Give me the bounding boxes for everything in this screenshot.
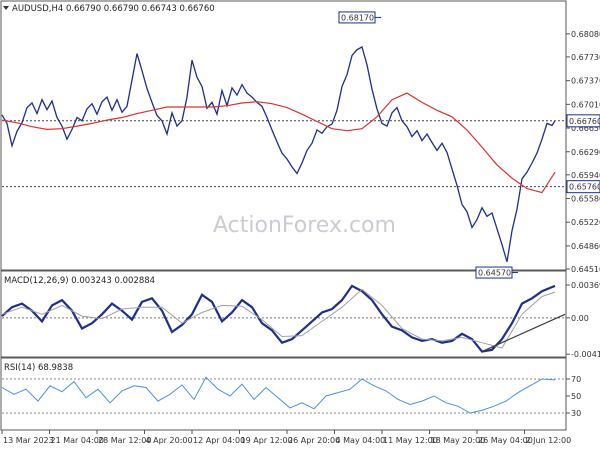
watermark: ActionForex.com: [213, 213, 396, 238]
price-y-tick-label: 0.64860: [571, 242, 600, 251]
price-y-tick-label: 0.65220: [571, 218, 600, 227]
x-tick-label: 4 May 04:00: [336, 436, 386, 445]
price-y-tick-label: 0.66290: [571, 148, 600, 157]
price-hline-label: 0.66760: [569, 117, 600, 126]
price-y-tick-label: 0.68080: [571, 30, 600, 39]
rsi-y-tick-label: 50: [571, 392, 581, 401]
x-tick-label: 21 Mar 04:00: [51, 436, 104, 445]
x-tick-label: 4 Apr 20:00: [146, 436, 193, 445]
macd-title: MACD(12,26,9) 0.003243 0.002884: [4, 276, 155, 286]
price-y-tick-label: 0.65940: [571, 171, 600, 180]
rsi-y-tick-label: 30: [571, 409, 581, 418]
x-tick-label: 28 Mar 12:00: [98, 436, 151, 445]
x-tick-label: 2 Jun 12:00: [526, 436, 572, 445]
x-tick-label: 26 Apr 20:00: [288, 436, 340, 445]
price-y-tick-label: 0.67730: [571, 53, 600, 62]
x-axis: 13 Mar 202321 Mar 04:0028 Mar 12:004 Apr…: [1, 430, 572, 445]
price-y-tick-label: 0.64510: [571, 265, 600, 274]
price-title: AUDUSD,H4 0.66790 0.66790 0.66743 0.6676…: [12, 4, 215, 14]
macd-y-tick-label: 0.003693: [571, 281, 600, 290]
price-y-tick-label: 0.67010: [571, 100, 600, 109]
x-tick-label: 12 Apr 04:00: [193, 436, 245, 445]
price-marker-label: 0.64570: [478, 269, 511, 278]
price-y-tick-label: 0.67370: [571, 77, 600, 86]
macd-y-tick-label: -0.0041: [571, 350, 600, 359]
rsi-y-tick-label: 70: [571, 375, 581, 384]
rsi-panel: [0, 357, 567, 431]
price-y-tick-label: 0.65580: [571, 195, 600, 204]
price-marker-label: 0.68170: [341, 13, 374, 22]
macd-y-tick-label: 0.00: [571, 314, 589, 323]
chart-svg: ActionForex.com AUDUSD,H4 0.66790 0.6679…: [0, 0, 600, 445]
rsi-title: RSI(14) 68.9838: [4, 363, 73, 373]
x-tick-label: 13 Mar 2023: [3, 436, 54, 445]
x-tick-label: 19 Apr 12:00: [241, 436, 293, 445]
price-hline-label: 0.65760: [569, 183, 600, 192]
